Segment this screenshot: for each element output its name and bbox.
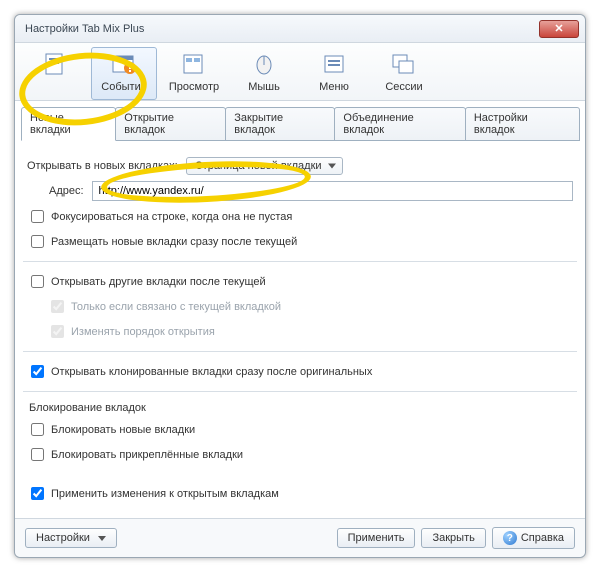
toolbar: События Просмотр Мышь Меню Сессии <box>15 43 585 101</box>
toolbar-button-view[interactable]: Просмотр <box>161 47 227 100</box>
separator-3 <box>23 391 577 392</box>
sub-tabs: Новые вкладки Открытие вкладок Закрытие … <box>15 101 585 141</box>
titlebar: Настройки Tab Mix Plus ✕ <box>15 15 585 43</box>
separator-1 <box>23 261 577 262</box>
close-button[interactable]: Закрыть <box>421 528 485 548</box>
toolbar-button-0[interactable] <box>21 47 87 100</box>
close-button-label: Закрыть <box>432 532 474 544</box>
window-close-button[interactable]: ✕ <box>539 20 579 38</box>
tab-closing[interactable]: Закрытие вкладок <box>225 107 335 141</box>
mouse-icon <box>250 52 278 79</box>
row-open-others-after: Открывать другие вкладки после текущей <box>27 272 573 291</box>
help-button[interactable]: ? Справка <box>492 527 575 549</box>
row-place-after-current: Размещать новые вкладки сразу после теку… <box>27 232 573 251</box>
checkbox-place-after-current[interactable] <box>31 235 44 248</box>
label-change-open-order: Изменять порядок открытия <box>71 326 215 338</box>
checkbox-focus-nonempty[interactable] <box>31 210 44 223</box>
toolbar-label-sessions: Сессии <box>385 81 422 93</box>
settings-menu-button[interactable]: Настройки <box>25 528 117 548</box>
toolbar-button-events[interactable]: События <box>91 47 157 100</box>
checkbox-cloned-after-original[interactable] <box>31 365 44 378</box>
checkbox-change-open-order <box>51 325 64 338</box>
apply-button-label: Применить <box>348 532 405 544</box>
menu-icon <box>320 52 348 79</box>
row-block-pinned: Блокировать прикреплённые вкладки <box>27 445 573 464</box>
open-in-new-select[interactable]: Страница новой вкладки <box>186 157 343 175</box>
toolbar-button-sessions[interactable]: Сессии <box>371 47 437 100</box>
row-only-if-related: Только если связано с текущей вкладкой <box>47 297 573 316</box>
view-icon <box>180 52 208 79</box>
checkbox-apply-to-open[interactable] <box>31 487 44 500</box>
label-focus-nonempty: Фокусироваться на строке, когда она не п… <box>51 211 292 223</box>
label-block-new: Блокировать новые вкладки <box>51 424 195 436</box>
help-button-label: Справка <box>521 532 564 544</box>
row-block-new: Блокировать новые вкладки <box>27 420 573 439</box>
checkbox-only-if-related <box>51 300 64 313</box>
tab-new-tabs[interactable]: Новые вкладки <box>21 107 116 141</box>
toolbar-label-view: Просмотр <box>169 81 219 93</box>
checkbox-block-pinned[interactable] <box>31 448 44 461</box>
apply-button[interactable]: Применить <box>337 528 416 548</box>
label-block-pinned: Блокировать прикреплённые вкладки <box>51 449 243 461</box>
page-icon <box>40 52 68 79</box>
tab-settings[interactable]: Настройки вкладок <box>465 107 580 141</box>
close-icon: ✕ <box>554 22 563 35</box>
tab-merging[interactable]: Объединение вкладок <box>334 107 465 141</box>
locking-header: Блокирование вкладок <box>29 402 573 414</box>
label-open-others-after: Открывать другие вкладки после текущей <box>51 276 266 288</box>
settings-window: Настройки Tab Mix Plus ✕ События Просмот… <box>14 14 586 558</box>
help-icon: ? <box>503 531 517 545</box>
open-in-new-label: Открывать в новых вкладках: <box>27 160 178 172</box>
settings-button-label: Настройки <box>36 532 90 544</box>
toolbar-button-menu[interactable]: Меню <box>301 47 367 100</box>
calendar-alert-icon <box>110 52 138 79</box>
label-place-after-current: Размещать новые вкладки сразу после теку… <box>51 236 297 248</box>
row-apply-to-open: Применить изменения к открытым вкладкам <box>27 484 573 503</box>
button-bar: Настройки Применить Закрыть ? Справка <box>15 518 585 557</box>
label-cloned-after-original: Открывать клонированные вкладки сразу по… <box>51 366 372 378</box>
label-only-if-related: Только если связано с текущей вкладкой <box>71 301 281 313</box>
toolbar-button-mouse[interactable]: Мышь <box>231 47 297 100</box>
window-title: Настройки Tab Mix Plus <box>25 23 539 35</box>
row-open-in-new: Открывать в новых вкладках: Страница нов… <box>27 157 573 175</box>
toolbar-label-mouse: Мышь <box>248 81 280 93</box>
toolbar-label-menu: Меню <box>319 81 349 93</box>
content-panel: Открывать в новых вкладках: Страница нов… <box>15 141 585 519</box>
label-apply-to-open: Применить изменения к открытым вкладкам <box>51 488 279 500</box>
row-cloned-after-original: Открывать клонированные вкладки сразу по… <box>27 362 573 381</box>
row-change-open-order: Изменять порядок открытия <box>47 322 573 341</box>
address-label: Адрес: <box>49 185 84 197</box>
separator-2 <box>23 351 577 352</box>
checkbox-open-others-after[interactable] <box>31 275 44 288</box>
open-in-new-value: Страница новой вкладки <box>195 160 322 172</box>
toolbar-label-events: События <box>101 81 146 93</box>
tab-opening[interactable]: Открытие вкладок <box>115 107 226 141</box>
row-address: Адрес: <box>27 181 573 201</box>
row-focus-nonempty: Фокусироваться на строке, когда она не п… <box>27 207 573 226</box>
checkbox-block-new[interactable] <box>31 423 44 436</box>
sessions-icon <box>390 52 418 79</box>
address-input[interactable] <box>92 181 573 201</box>
